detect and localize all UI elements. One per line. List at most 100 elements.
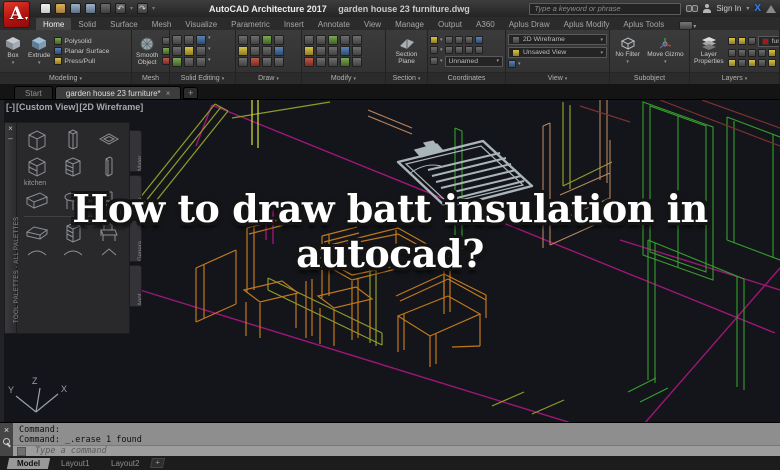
stretch-icon[interactable]: [328, 46, 338, 56]
ucs-y-icon[interactable]: [475, 46, 483, 54]
tab-model[interactable]: Model: [7, 458, 50, 469]
ucs-dropdown-icon[interactable]: ▾: [440, 47, 443, 53]
boundary-icon[interactable]: [274, 57, 284, 67]
tab-parametric[interactable]: Parametric: [224, 18, 277, 30]
palette-item-base-cabinet[interactable]: [19, 153, 55, 179]
tab-solid[interactable]: Solid: [71, 18, 103, 30]
plot-icon[interactable]: [100, 3, 111, 14]
break-icon[interactable]: [340, 57, 350, 67]
command-recent-dropdown-icon[interactable]: ▾: [29, 448, 32, 454]
arc-icon[interactable]: [274, 35, 284, 45]
offset-icon[interactable]: [316, 57, 326, 67]
palette-item-sink[interactable]: [91, 126, 127, 152]
no-filter-button[interactable]: No Filter ▾: [613, 37, 642, 66]
array-icon[interactable]: [352, 46, 362, 56]
sign-in-dropdown-icon[interactable]: ▾: [746, 5, 749, 12]
layer-select[interactable]: furniture: [758, 36, 779, 47]
circle-icon[interactable]: [262, 35, 272, 45]
new-drawing-tab-button[interactable]: +: [183, 87, 198, 99]
mesh-tool-icon[interactable]: [162, 37, 169, 45]
tab-aplus-tools[interactable]: Aplus Tools: [616, 18, 671, 30]
tab-insert[interactable]: Insert: [277, 18, 311, 30]
layer-properties-button[interactable]: Layer Properties: [692, 37, 726, 65]
app-menu-button[interactable]: A ▾: [3, 1, 30, 28]
ucs-face-icon[interactable]: [445, 46, 453, 54]
ribbon-display-dropdown-icon[interactable]: ▾: [693, 23, 696, 30]
ucs-origin-icon[interactable]: [455, 36, 463, 44]
exchange-apps-icon[interactable]: X: [754, 3, 761, 14]
autodesk-app-icon[interactable]: [766, 5, 776, 13]
scale-icon[interactable]: [340, 46, 350, 56]
ucs-dropdown-icon[interactable]: ▾: [440, 37, 443, 43]
subtract-icon[interactable]: [184, 35, 194, 45]
command-search-icon[interactable]: [17, 447, 26, 456]
tab-layout2[interactable]: Layout2: [100, 458, 149, 469]
panel-label-view[interactable]: View▾: [506, 72, 609, 84]
rectangle-icon[interactable]: [238, 46, 248, 56]
polysolid-button[interactable]: Polysolid: [54, 37, 109, 45]
layer-tool-icon[interactable]: [728, 59, 736, 67]
panel-label-subobject[interactable]: Subobject: [610, 72, 689, 84]
ucs-view-icon[interactable]: [475, 36, 483, 44]
hatch-icon[interactable]: [262, 46, 272, 56]
shell-icon[interactable]: [196, 46, 206, 56]
solidedit-dropdown-icon[interactable]: ▾: [208, 57, 219, 67]
undo-icon[interactable]: ↶: [115, 3, 126, 14]
copy-icon[interactable]: [340, 35, 350, 45]
tab-manage[interactable]: Manage: [388, 18, 431, 30]
panel-label-modify[interactable]: Modify▾: [302, 72, 385, 84]
tab-a360[interactable]: A360: [469, 18, 502, 30]
tab-visualize[interactable]: Visualize: [178, 18, 224, 30]
panel-label-coordinates[interactable]: Coordinates: [428, 72, 505, 84]
ucs-dropdown-icon[interactable]: ▾: [440, 58, 443, 64]
layer-tool-icon[interactable]: [748, 49, 756, 57]
solidedit-dropdown-icon[interactable]: ▾: [208, 35, 219, 45]
panel-label-draw[interactable]: Draw▾: [236, 72, 301, 84]
move-gizmo-button[interactable]: Move Gizmo ▾: [645, 37, 685, 66]
model-viewport[interactable]: [-] [Custom View] [2D Wireframe] × ‒ TOO…: [0, 100, 780, 422]
viewport-controls-menu[interactable]: [-]: [6, 102, 15, 112]
tab-aplus-draw[interactable]: Aplus Draw: [502, 18, 557, 30]
planar-surface-button[interactable]: Planar Surface: [54, 47, 109, 55]
ucs-named-select[interactable]: Unnamed▾: [445, 56, 503, 67]
move-gizmo-dropdown-icon[interactable]: ▾: [664, 59, 667, 66]
erase-icon[interactable]: [304, 57, 314, 67]
palette-item-cabinet[interactable]: [19, 126, 55, 152]
layer-tool-icon[interactable]: [748, 59, 756, 67]
panel-label-section[interactable]: Section▾: [386, 72, 427, 84]
palette-close-icon[interactable]: ×: [8, 125, 13, 133]
ucs-named-icon[interactable]: [430, 57, 438, 65]
union-icon[interactable]: [172, 35, 182, 45]
no-filter-dropdown-icon[interactable]: ▾: [626, 59, 629, 66]
move-icon[interactable]: [304, 35, 314, 45]
layer-tool-icon[interactable]: [738, 49, 746, 57]
smooth-object-button[interactable]: Smooth Object: [134, 37, 160, 66]
layer-freeze-icon[interactable]: [738, 37, 746, 45]
ucs-icon[interactable]: [430, 36, 438, 44]
gradient-icon[interactable]: [262, 57, 272, 67]
palette-item-tall-cabinet[interactable]: [55, 126, 91, 152]
palette-item-slim-cabinet[interactable]: [91, 153, 127, 179]
panel-label-mesh[interactable]: Mesh: [132, 72, 169, 84]
command-close-icon[interactable]: ×: [4, 426, 9, 434]
command-window-grip[interactable]: ×: [0, 423, 13, 456]
layer-tool-icon[interactable]: [758, 59, 766, 67]
ucs-world-icon[interactable]: [445, 36, 453, 44]
layer-lock-icon[interactable]: [748, 37, 756, 45]
tab-aplus-modify[interactable]: Aplus Modify: [557, 18, 617, 30]
polyline-icon[interactable]: [250, 35, 260, 45]
panel-label-modeling[interactable]: Modeling▾: [0, 72, 131, 84]
save-as-icon[interactable]: [85, 3, 96, 14]
mesh-tool-icon[interactable]: [162, 47, 169, 55]
extrude-button[interactable]: Extrude ▾: [26, 36, 52, 67]
ellipse-icon[interactable]: [250, 46, 260, 56]
extrude-dropdown-icon[interactable]: ▾: [38, 60, 41, 67]
layer-tool-icon[interactable]: [728, 49, 736, 57]
taper-faces-icon[interactable]: [184, 46, 194, 56]
file-tab-drawing[interactable]: garden house 23 furniture* ×: [55, 86, 181, 99]
palette-tab-materials[interactable]: Mater...: [130, 130, 142, 172]
file-tab-start[interactable]: Start: [14, 86, 53, 99]
new-file-icon[interactable]: [40, 3, 51, 14]
tab-layout1[interactable]: Layout1: [51, 458, 100, 469]
presspull-button[interactable]: Press/Pull: [54, 57, 109, 65]
